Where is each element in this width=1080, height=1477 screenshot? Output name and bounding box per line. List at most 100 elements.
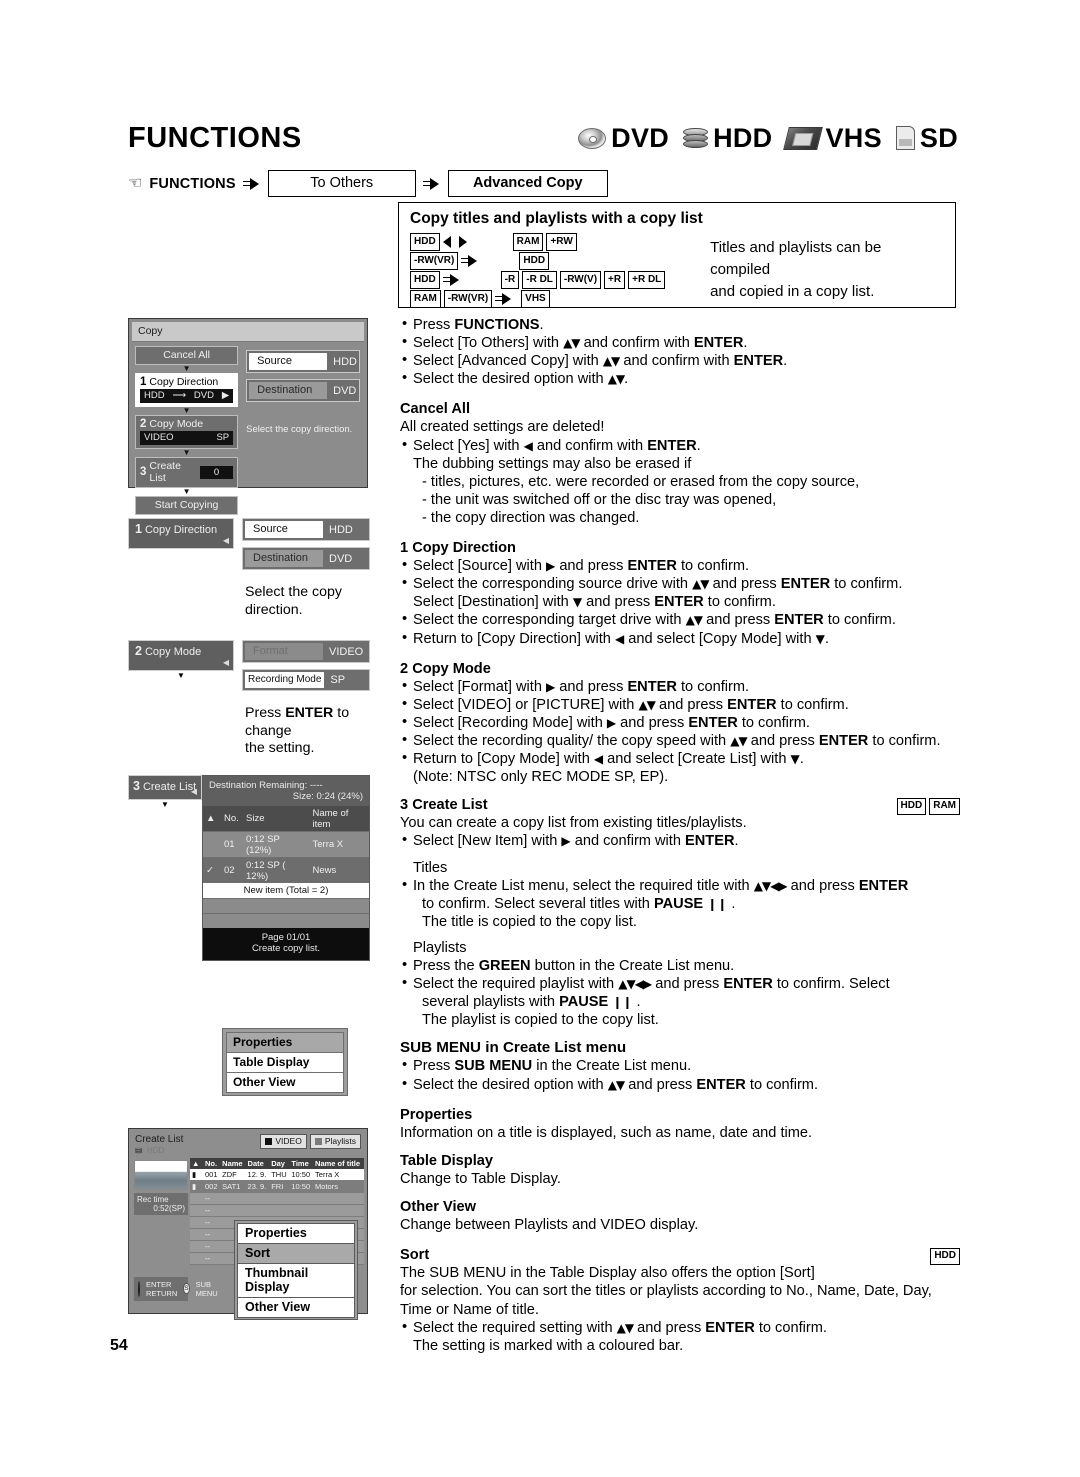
cl-step-label: Create List: [142, 781, 197, 793]
screenshot-copy-menu: Copy Cancel All ▼ 1 Copy Direction HDD ⟶ …: [128, 318, 368, 515]
cm-caption-d: the setting.: [245, 740, 315, 756]
bcl-empty-row-1: --: [190, 1192, 364, 1205]
copy-step3-create-list[interactable]: 3 Create List 0: [135, 457, 239, 488]
copy-step3-label: Create List: [149, 460, 181, 484]
cancel-all-dash1: - titles, pictures, etc. were recorded o…: [422, 473, 860, 490]
badge-hdd: HDD: [896, 797, 927, 816]
cl-table-row-2[interactable]: ✓ 02 0:12 SP ( 12%) News: [203, 857, 369, 883]
sd-card-icon: [895, 126, 915, 150]
cl-new-item-row[interactable]: New item (Total = 2): [203, 883, 369, 898]
bcl-chip-video[interactable]: VIDEO: [260, 1134, 307, 1149]
copy-step2-label: Copy Mode: [149, 418, 204, 430]
copy-start-copying-button[interactable]: Start Copying: [135, 496, 239, 515]
properties-text: Information on a title is displayed, suc…: [400, 1124, 813, 1141]
copy-destination-key: Destination: [249, 382, 328, 399]
cd-destination-row[interactable]: Destination DVD: [242, 547, 370, 570]
bcl-title: Create List: [135, 1134, 184, 1145]
copy-step2-copy-mode[interactable]: 2 Copy Mode VIDEO SP: [135, 415, 239, 449]
cl-col-name: Name of item: [309, 806, 369, 832]
cl-dest-remaining: Destination Remaining: ----: [209, 780, 363, 791]
cl-col-no: No.: [221, 806, 243, 832]
dpad-icon: [138, 1280, 140, 1297]
bcl-sort-arrow-icon[interactable]: ▲: [190, 1157, 203, 1169]
arrow-right-icon-2: [422, 177, 441, 190]
compat-row-4: RAM -RW(VR) VHS: [410, 290, 706, 308]
copy-source-row[interactable]: Source HDD: [246, 350, 360, 373]
bcl-row2-title: Motors: [313, 1180, 364, 1193]
breadcrumb-root: FUNCTIONS: [149, 175, 236, 192]
dvd-disc-icon: [578, 127, 607, 149]
intro-bullet-3: Select [Advanced Copy] with ▲▼ and confi…: [400, 351, 960, 370]
heading-sub-menu: SUB MENU in Create List menu: [400, 1039, 627, 1057]
cm-step-tab[interactable]: 2 Copy Mode ◀: [128, 640, 234, 671]
cm-format-row[interactable]: Format VIDEO: [242, 640, 370, 663]
sort-b2: The setting is marked with a coloured ba…: [413, 1337, 684, 1354]
bcl-submenu-item-properties[interactable]: Properties: [237, 1222, 355, 1244]
copy-destination-row[interactable]: Destination DVD: [246, 379, 360, 402]
badge-ram: RAM: [929, 797, 960, 816]
bcl-submenu-item-other-view[interactable]: Other View: [237, 1296, 355, 1318]
submenu-item-other-view[interactable]: Other View: [226, 1072, 344, 1093]
bcl-table-row-1[interactable]: ▮ 001 ZDF 12. 9. THU 10:50 Terra X: [190, 1168, 364, 1181]
cl-step-tab[interactable]: 3 Create List ◀: [128, 775, 202, 800]
breadcrumb-advanced-copy[interactable]: Advanced Copy: [447, 170, 608, 197]
cl-row1-check[interactable]: [203, 831, 221, 858]
cd-step-num: 1: [135, 522, 142, 536]
cm-bullet4: Select the recording quality/ the copy s…: [400, 731, 960, 750]
cm-bullet5: Return to [Copy Mode] with ◀ and select …: [400, 749, 960, 768]
copy-step3-num: 3: [140, 466, 147, 478]
down-arrow-icon-2: ▼: [182, 406, 191, 415]
tag-hdd-2: HDD: [519, 252, 550, 270]
cm-recmode-row[interactable]: Recording Mode SP: [242, 669, 370, 691]
other-view-text: Change between Playlists and VIDEO displ…: [400, 1217, 699, 1234]
cm-format-key: Format: [245, 643, 323, 660]
cd-source-row[interactable]: Source HDD: [242, 518, 370, 541]
submenu-item-properties[interactable]: Properties: [226, 1032, 344, 1053]
heading-copy-mode: 2 Copy Mode: [400, 660, 960, 678]
cd-step-tab[interactable]: 1 Copy Direction ◀: [128, 518, 234, 549]
heading-properties: Properties: [400, 1106, 473, 1123]
instructions-column: Press FUNCTIONS. Select [To Others] with…: [400, 315, 960, 1355]
cl-table-row-1[interactable]: 01 0:12 SP (12%) Terra X: [203, 831, 369, 858]
sort-arrow-icon[interactable]: ▲: [203, 806, 221, 832]
cm-bullet3: Select [Recording Mode] with ▶ and press…: [400, 713, 960, 732]
copy-step1-copy-direction[interactable]: 1 Copy Direction HDD ⟶ DVD ▶: [135, 373, 239, 407]
tag-hdd-1: HDD: [410, 233, 440, 251]
heading-sort: HDD Sort: [400, 1246, 960, 1266]
bcl-chip-playlists[interactable]: Playlists: [309, 1134, 361, 1149]
bcl-table-row-2[interactable]: ▮ 002 SAT1 23. 9. FRI 10:50 Motors: [190, 1180, 364, 1193]
cl-row2-check[interactable]: ✓: [203, 857, 221, 883]
media-sd: SD: [895, 123, 958, 154]
bcl-subtitle: HDD: [147, 1145, 165, 1155]
sort-l1: The SUB MENU in the Table Display also o…: [400, 1265, 815, 1282]
cl-empty-row-2: [203, 913, 369, 928]
copy-direction-title: Copy Direction: [412, 540, 516, 557]
copy-step2-value: VIDEO SP: [140, 431, 234, 445]
copy-step1-label: Copy Direction: [149, 376, 219, 388]
bcl-button-hints: ENTER RETURN S SUB MENU: [134, 1276, 218, 1301]
tag-plusr-3: +R: [604, 271, 626, 289]
bcl-col-date: Date: [245, 1157, 270, 1169]
cl-table-header-row: ▲ No. Size Name of item: [203, 806, 369, 832]
chevron-left-icon-3: ◀: [190, 787, 197, 796]
copy-cancel-all-button[interactable]: Cancel All: [135, 346, 239, 365]
sort-l3: Time or Name of title.: [400, 1301, 539, 1318]
copy-panel-note: Titles and playlists can be compiled and…: [706, 233, 944, 309]
bcl-subtitle-wrap: HDD: [135, 1146, 183, 1155]
media-dvd-label: DVD: [611, 122, 670, 153]
bcl-rec-time-label: Rec time: [137, 1194, 169, 1204]
cl-titles-b2: The title is copied to the copy list.: [422, 913, 637, 930]
cl-titles-b1a: In the Create List menu, select the requ…: [400, 876, 960, 895]
bcl-enter-label: ENTER: [146, 1279, 172, 1289]
breadcrumb-to-others[interactable]: To Others: [267, 170, 416, 197]
arrow-right-icon-5: [495, 292, 513, 305]
arrow-right-icon-6: ⟶: [172, 390, 187, 401]
submenu-item-table-display[interactable]: Table Display: [226, 1052, 344, 1073]
bcl-submenu-item-thumbnail-display[interactable]: Thumbnail Display: [237, 1262, 355, 1298]
bcl-row1-name: ZDF: [220, 1168, 246, 1181]
bcl-col-day: Day: [269, 1157, 290, 1169]
bcl-submenu-item-sort[interactable]: Sort: [237, 1242, 355, 1264]
copy-screen-title: Copy: [132, 322, 364, 342]
cm-recmode-value: SP: [330, 674, 346, 686]
bcl-row1-no: 001: [203, 1168, 221, 1181]
